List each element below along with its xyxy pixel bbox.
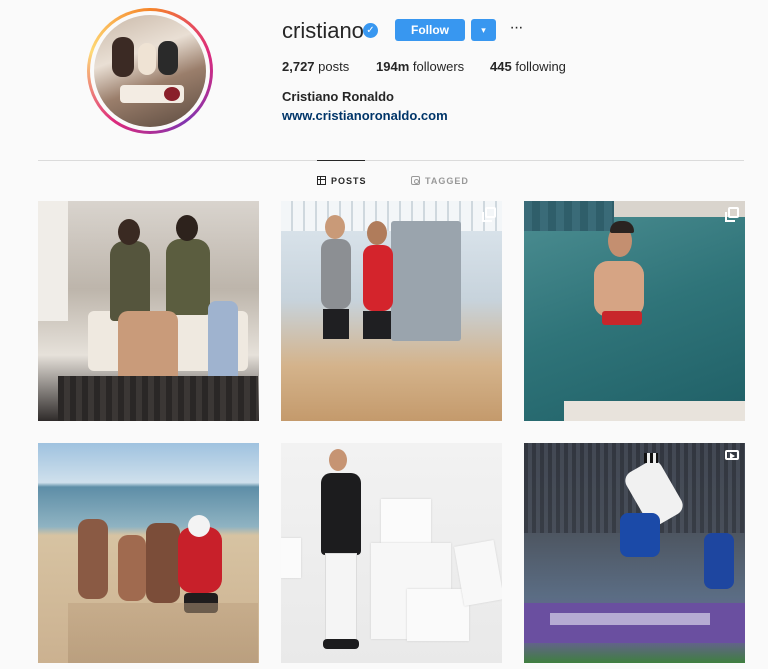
post-thumbnail-5[interactable]: [281, 443, 502, 663]
following-count-label: following: [515, 59, 566, 74]
verified-badge-icon: ✓: [363, 23, 378, 38]
avatar-border: [90, 11, 210, 131]
tab-tagged-label: TAGGED: [425, 176, 469, 186]
more-options-icon[interactable]: ···: [506, 19, 526, 41]
tag-icon: [411, 176, 420, 185]
post-thumbnail-1[interactable]: [38, 201, 259, 421]
posts-count-value: 2,727: [282, 59, 315, 74]
avatar-photo: [94, 15, 206, 127]
post-thumbnail-4[interactable]: [38, 443, 259, 663]
suggestions-dropdown-button[interactable]: ▾: [471, 19, 496, 41]
tab-tagged[interactable]: TAGGED: [411, 176, 469, 186]
post-thumbnail-3[interactable]: [524, 201, 745, 421]
followers-count-label: followers: [412, 59, 465, 74]
posts-count: 2,727 posts: [282, 59, 349, 74]
follow-button[interactable]: Follow: [395, 19, 465, 41]
post-thumbnail-2[interactable]: [281, 201, 502, 421]
profile-website-link[interactable]: www.cristianoronaldo.com: [282, 108, 448, 123]
profile-full-name: Cristiano Ronaldo: [282, 89, 394, 104]
following-count-value: 445: [490, 59, 512, 74]
section-divider: [38, 160, 744, 161]
tab-posts-label: POSTS: [331, 176, 367, 186]
tab-posts[interactable]: POSTS: [317, 176, 367, 186]
followers-count[interactable]: 194m followers: [376, 59, 464, 74]
profile-avatar[interactable]: [87, 8, 213, 134]
following-count[interactable]: 445 following: [490, 59, 566, 74]
active-tab-indicator: [317, 160, 365, 161]
grid-icon: [317, 176, 326, 185]
multiple-photos-icon: [482, 207, 496, 222]
multiple-photos-icon: [725, 207, 739, 222]
post-thumbnail-6[interactable]: [524, 443, 745, 663]
followers-count-value: 194m: [376, 59, 410, 74]
posts-count-label: posts: [318, 59, 350, 74]
profile-username: cristiano: [282, 18, 364, 43]
video-icon: [725, 450, 739, 460]
